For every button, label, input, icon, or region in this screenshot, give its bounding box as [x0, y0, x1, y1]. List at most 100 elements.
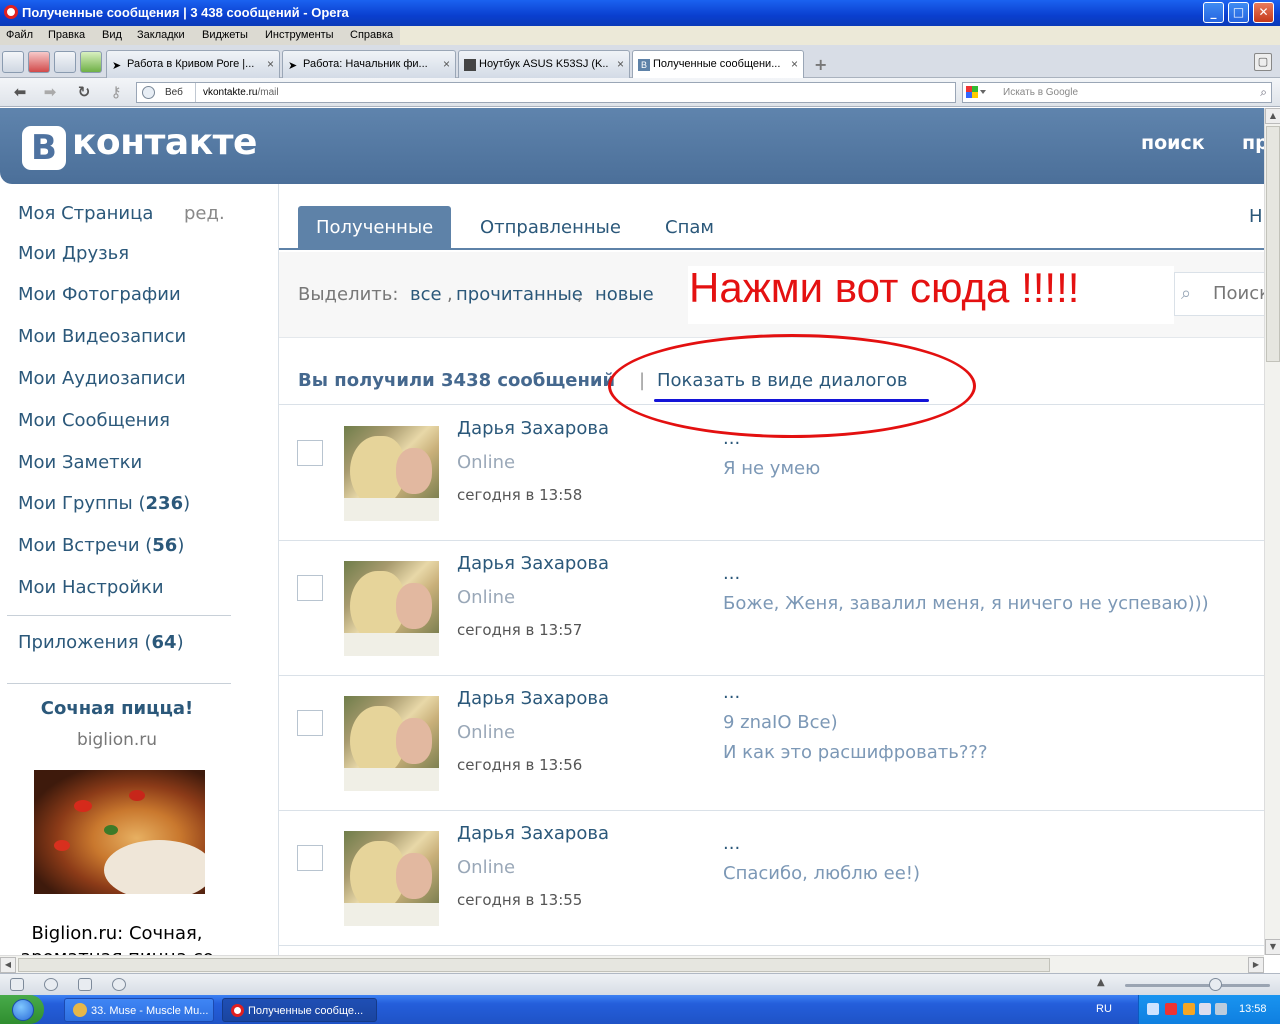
google-icon[interactable]	[966, 86, 988, 100]
close-tab-icon[interactable]: ×	[791, 57, 798, 71]
ad-pizza-image[interactable]	[34, 770, 205, 894]
search-icon[interactable]: ⌕	[1260, 85, 1267, 100]
scroll-thumb[interactable]	[18, 958, 1050, 972]
panel-toggle-icon[interactable]	[2, 51, 24, 73]
scroll-up-icon[interactable]: ▲	[1265, 108, 1280, 124]
message-preview[interactable]: И как это расшифровать???	[723, 742, 988, 763]
sidebar-item-apps[interactable]: Приложения (64)	[18, 632, 184, 653]
antivirus-icon[interactable]	[1165, 1003, 1177, 1015]
key-icon[interactable]: ⚷	[106, 83, 126, 101]
message-subject[interactable]: ...	[723, 563, 740, 584]
tray-app-icon[interactable]	[1183, 1003, 1195, 1015]
unite-icon[interactable]	[80, 51, 102, 73]
sidebar-item-events[interactable]: Мои Встречи (56)	[18, 535, 184, 556]
sidebar-item-friends[interactable]: Мои Друзья	[18, 243, 129, 264]
horizontal-scrollbar[interactable]: ◀ ▶	[0, 955, 1264, 973]
sender-name[interactable]: Дарья Захарова	[457, 418, 609, 439]
forward-icon[interactable]: ➡	[40, 83, 60, 101]
select-new-link[interactable]: новые	[595, 284, 654, 305]
url-text[interactable]: vkontakte.ru/mail	[203, 87, 279, 98]
sender-avatar[interactable]	[344, 831, 439, 926]
tab-asus-notebook[interactable]: Ноутбук ASUS K53SJ (K... ×	[458, 50, 630, 78]
new-tab-icon[interactable]: +	[814, 55, 832, 74]
ad-domain[interactable]: biglion.ru	[0, 730, 234, 750]
taskbar-item-music[interactable]: 33. Muse - Muscle Mu...	[64, 998, 214, 1022]
header-link-pr[interactable]: пр	[1242, 132, 1264, 154]
message-row[interactable]: Дарья Захарова Online сегодня в 13:55 ..…	[279, 811, 1264, 946]
sidebar-item-notes[interactable]: Мои Заметки	[18, 452, 142, 473]
menu-help[interactable]: Справка	[350, 29, 393, 41]
save-icon[interactable]	[54, 51, 76, 73]
turbo-icon[interactable]	[112, 978, 126, 991]
zoom-arrow-icon[interactable]: ▲	[1097, 977, 1105, 988]
share-icon[interactable]	[78, 978, 92, 991]
vk-logo-icon[interactable]: В	[22, 126, 66, 170]
speed-dial-icon[interactable]	[28, 51, 50, 73]
taskbar-item-opera[interactable]: Полученные сообще...	[222, 998, 377, 1022]
start-button[interactable]	[0, 995, 44, 1024]
tab-new-message[interactable]: Н	[1249, 206, 1263, 227]
mail-search-input[interactable]: ⌕ Поиск	[1174, 272, 1264, 316]
sidebar-item-groups[interactable]: Мои Группы (236)	[18, 493, 190, 514]
select-read-link[interactable]: прочитанные	[456, 284, 583, 305]
panel-icon[interactable]	[10, 978, 24, 991]
sidebar-item-audio[interactable]: Мои Аудиозаписи	[18, 368, 186, 389]
sender-avatar[interactable]	[344, 561, 439, 656]
tab-received[interactable]: Полученные	[298, 206, 452, 250]
zoom-slider-handle[interactable]	[1209, 978, 1222, 991]
cloud-icon[interactable]	[44, 978, 58, 991]
menu-widgets[interactable]: Виджеты	[202, 29, 248, 41]
select-all-link[interactable]: все	[410, 284, 442, 305]
search-engine-field[interactable]: Искать в Google ⌕	[962, 82, 1272, 103]
sidebar-item-photos[interactable]: Мои Фотографии	[18, 284, 181, 305]
minimize-button[interactable]: _	[1203, 2, 1224, 23]
scroll-left-icon[interactable]: ◀	[0, 957, 16, 973]
volume-icon[interactable]	[1199, 1003, 1211, 1015]
menu-tools[interactable]: Инструменты	[265, 29, 334, 41]
message-subject[interactable]: ...	[723, 682, 740, 703]
sender-avatar[interactable]	[344, 696, 439, 791]
sidebar-item-my-page[interactable]: Моя Страница	[18, 203, 153, 224]
network-icon[interactable]	[1147, 1003, 1159, 1015]
ad-text[interactable]: Biglion.ru: Сочная, ароматная пицца со	[0, 922, 234, 955]
close-tab-icon[interactable]: ×	[443, 57, 450, 71]
message-row[interactable]: Дарья Захарова Online сегодня в 13:56 ..…	[279, 676, 1264, 811]
sidebar-item-messages[interactable]: Мои Сообщения	[18, 410, 170, 431]
menu-view[interactable]: Вид	[102, 29, 122, 41]
scroll-thumb[interactable]	[1266, 126, 1280, 362]
message-preview[interactable]: 9 znaIO Все)	[723, 712, 838, 733]
menu-bookmarks[interactable]: Закладки	[137, 29, 185, 41]
message-checkbox[interactable]	[297, 845, 323, 871]
vk-logo-text[interactable]: контакте	[72, 122, 257, 163]
sender-name[interactable]: Дарья Захарова	[457, 553, 609, 574]
sidebar-item-videos[interactable]: Мои Видеозаписи	[18, 326, 186, 347]
tab-spam[interactable]: Спам	[647, 206, 732, 250]
menu-file[interactable]: Файл	[6, 29, 33, 41]
message-preview[interactable]: Спасибо, люблю ее!)	[723, 863, 920, 884]
close-tab-icon[interactable]: ×	[617, 57, 624, 71]
sender-name[interactable]: Дарья Захарова	[457, 823, 609, 844]
scroll-down-icon[interactable]: ▼	[1265, 939, 1280, 955]
sender-avatar[interactable]	[344, 426, 439, 521]
menu-edit[interactable]: Правка	[48, 29, 85, 41]
clock[interactable]: 13:58	[1239, 1003, 1267, 1015]
reload-icon[interactable]: ↻	[74, 83, 94, 101]
tab-rabota-krivoy-rog[interactable]: ➤ Работа в Кривом Роге |... ×	[106, 50, 280, 78]
back-icon[interactable]: ⬅	[10, 83, 30, 101]
vertical-scrollbar[interactable]: ▲ ▼	[1264, 108, 1280, 955]
sidebar-edit-link[interactable]: ред.	[184, 203, 225, 224]
sender-name[interactable]: Дарья Захарова	[457, 688, 609, 709]
scroll-right-icon[interactable]: ▶	[1248, 957, 1264, 973]
close-window-button[interactable]: ✕	[1253, 2, 1274, 23]
language-indicator[interactable]: RU	[1096, 1003, 1112, 1015]
maximize-button[interactable]: □	[1228, 2, 1249, 23]
address-field[interactable]: Веб vkontakte.ru/mail	[136, 82, 956, 103]
message-checkbox[interactable]	[297, 710, 323, 736]
tab-rabota-nachalnik[interactable]: ➤ Работа: Начальник фи... ×	[282, 50, 456, 78]
trash-icon[interactable]: ▢	[1254, 53, 1272, 71]
message-row[interactable]: Дарья Захарова Online сегодня в 13:57 ..…	[279, 541, 1264, 676]
message-preview[interactable]: Боже, Женя, завалил меня, я ничего не ус…	[723, 593, 1209, 614]
ad-title[interactable]: Сочная пицца!	[0, 698, 234, 719]
message-checkbox[interactable]	[297, 575, 323, 601]
message-preview[interactable]: Я не умею	[723, 458, 820, 479]
